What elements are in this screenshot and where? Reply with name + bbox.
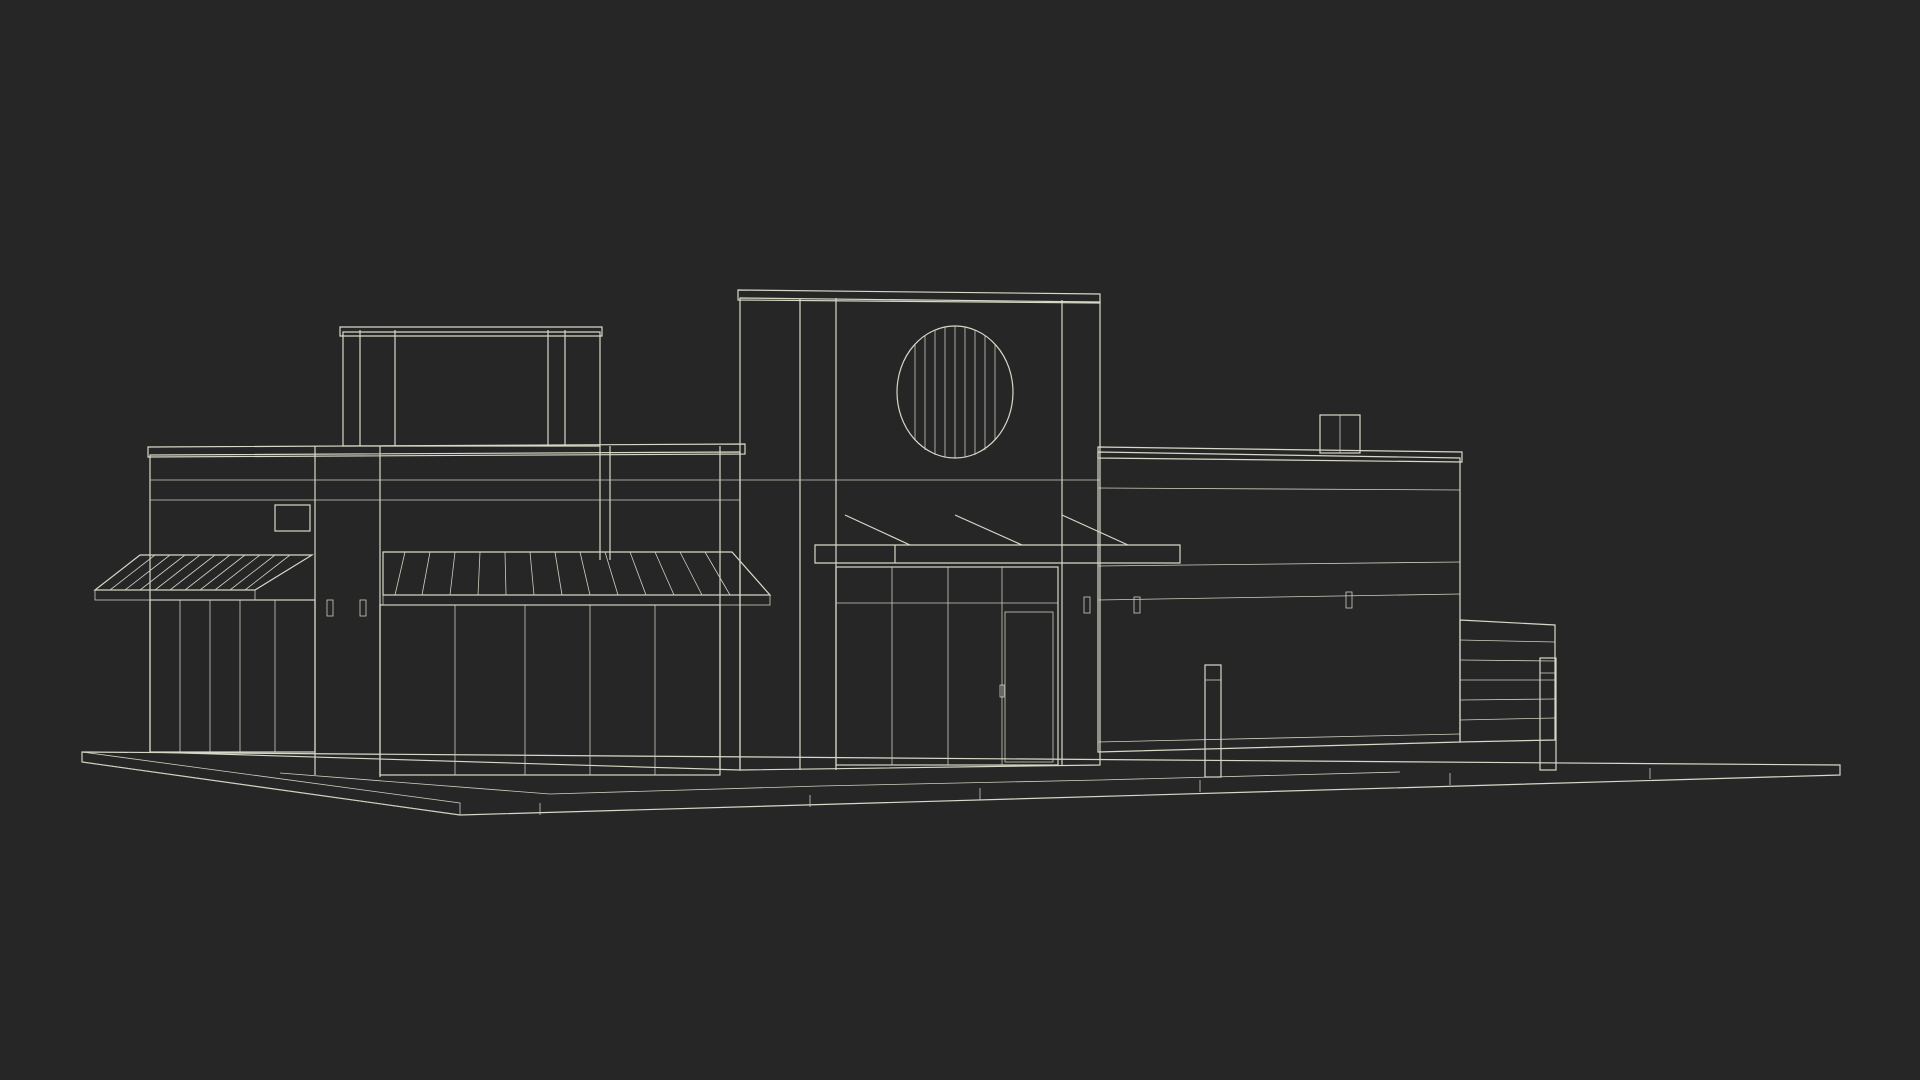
left-awning [93, 554, 315, 601]
building-wireframe-render [81, 289, 1841, 816]
sidewalk-slab [81, 751, 1841, 816]
entrance-tower [737, 289, 1181, 771]
bollard-right [1539, 657, 1557, 771]
front-awning [382, 551, 772, 606]
right-wing [1097, 414, 1556, 753]
render-viewport [0, 0, 1920, 1080]
